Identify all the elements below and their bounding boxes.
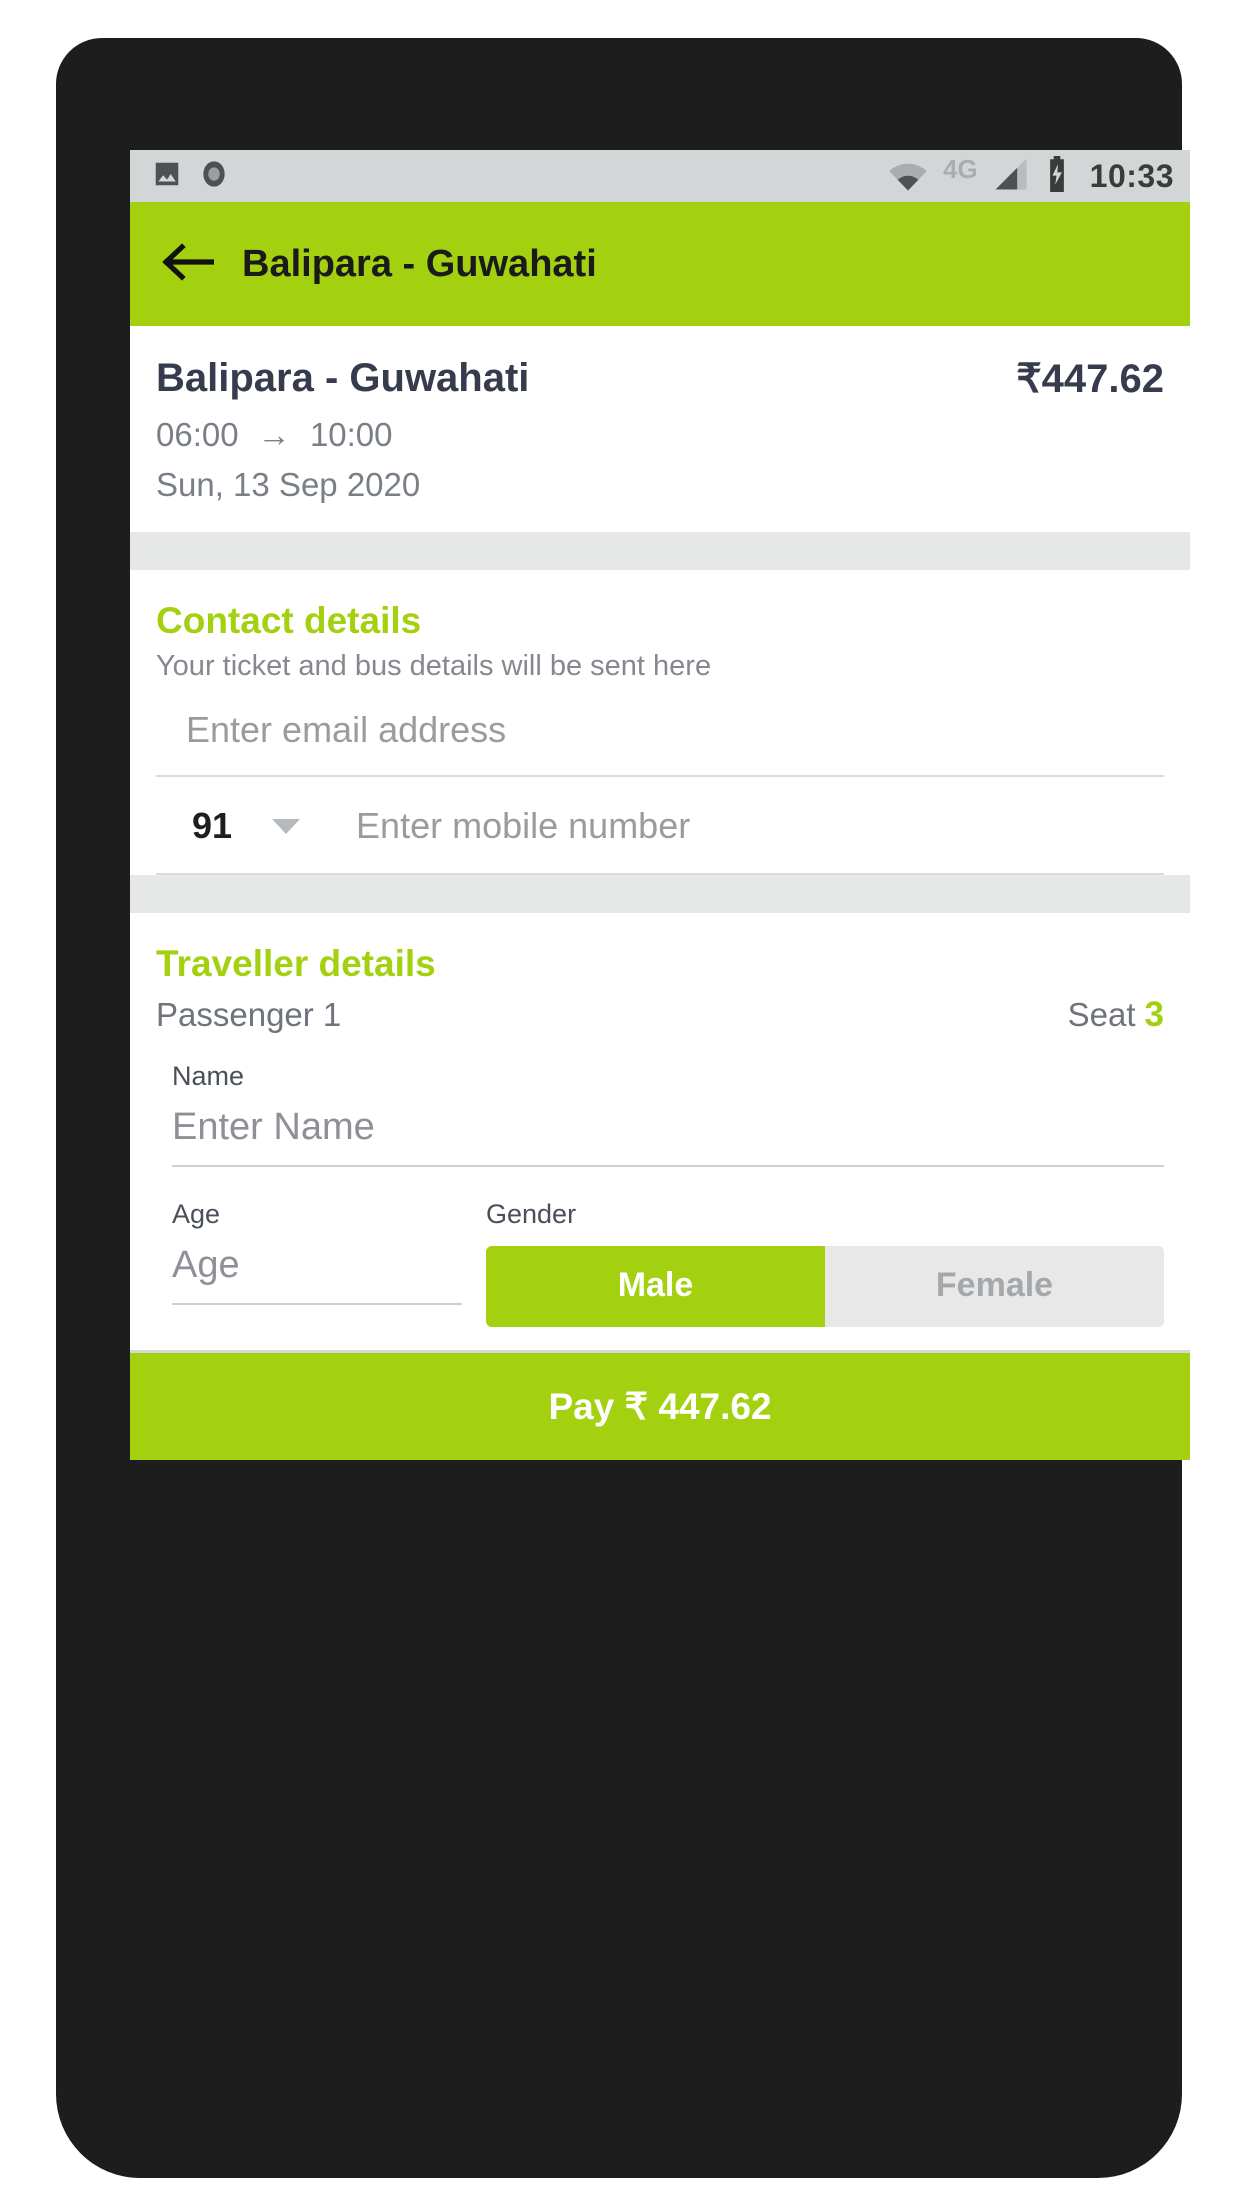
phone-screen: 4G 10:33 Balipara - Guwahati Balipara - … [130,150,1190,1460]
arrival-time: 10:00 [309,416,393,453]
battery-charging-icon [1044,155,1070,197]
gender-option-female[interactable]: Female [825,1246,1164,1327]
journey-header-row: Balipara - Guwahati ₹447.62 [156,356,1164,402]
journey-times: 06:00 → 10:00 [156,416,1164,454]
arrow-right-icon: → [257,416,291,453]
section-divider-2 [130,875,1190,913]
signal-icon [992,157,1030,196]
name-block: Name Enter Name [172,1061,1164,1167]
age-block: Age Age [172,1199,462,1327]
status-bar-right-icons: 4G 10:33 [887,154,1174,197]
passenger-row: Passenger 1 Seat 3 [156,995,1164,1035]
status-bar-left-icons [152,158,230,195]
name-placeholder: Enter Name [172,1106,375,1148]
seat-label: Seat [1067,996,1136,1033]
app-bar: Balipara - Guwahati [130,202,1190,326]
app-bar-title: Balipara - Guwahati [242,242,597,285]
departure-time: 06:00 [156,416,239,453]
seat-number: 3 [1144,995,1164,1034]
traveller-details-title: Traveller details [156,943,436,984]
age-gender-row: Age Age Gender Male Female [172,1199,1164,1327]
gender-block: Gender Male Female [486,1199,1164,1327]
journey-date: Sun, 13 Sep 2020 [156,466,421,503]
email-field[interactable]: Enter email address [156,683,1164,777]
status-bar: 4G 10:33 [130,150,1190,202]
wifi-icon [887,157,929,196]
passenger-label: Passenger 1 [156,996,342,1033]
name-input[interactable]: Enter Name [172,1092,1164,1167]
journey-route: Balipara - Guwahati [156,356,530,400]
gender-toggle: Male Female [486,1246,1164,1327]
section-divider-1 [130,532,1190,570]
name-label: Name [172,1061,245,1091]
age-label: Age [172,1199,221,1229]
arrow-back-icon[interactable] [162,241,215,288]
camera-icon [198,158,230,195]
contact-details-subtitle: Your ticket and bus details will be sent… [156,650,712,682]
journey-fare: ₹447.62 [1016,357,1164,401]
email-placeholder: Enter email address [186,709,507,750]
age-input[interactable]: Age [172,1230,462,1305]
country-code-value[interactable]: 91 [156,805,232,847]
mobile-field-row: 91 Enter mobile number [156,777,1164,875]
contact-details-title: Contact details [156,600,422,641]
phone-frame: 4G 10:33 Balipara - Guwahati Balipara - … [56,38,1190,2178]
contact-details-section: Contact details Your ticket and bus deta… [130,570,1190,875]
traveller-details-section: Traveller details Passenger 1 Seat 3 Nam… [130,913,1190,1327]
gender-label: Gender [486,1199,577,1229]
image-icon [152,159,182,194]
journey-summary-card: Balipara - Guwahati ₹447.62 06:00 → 10:0… [130,326,1190,532]
status-bar-clock: 10:33 [1089,157,1174,194]
mobile-placeholder[interactable]: Enter mobile number [356,805,690,847]
network-type-label: 4G [942,154,978,184]
age-placeholder: Age [172,1244,240,1286]
gender-option-male[interactable]: Male [486,1246,825,1327]
pay-button[interactable]: Pay ₹ 447.62 [130,1350,1190,1460]
chevron-down-icon[interactable] [272,818,301,834]
pay-button-label: Pay ₹ 447.62 [548,1386,772,1427]
